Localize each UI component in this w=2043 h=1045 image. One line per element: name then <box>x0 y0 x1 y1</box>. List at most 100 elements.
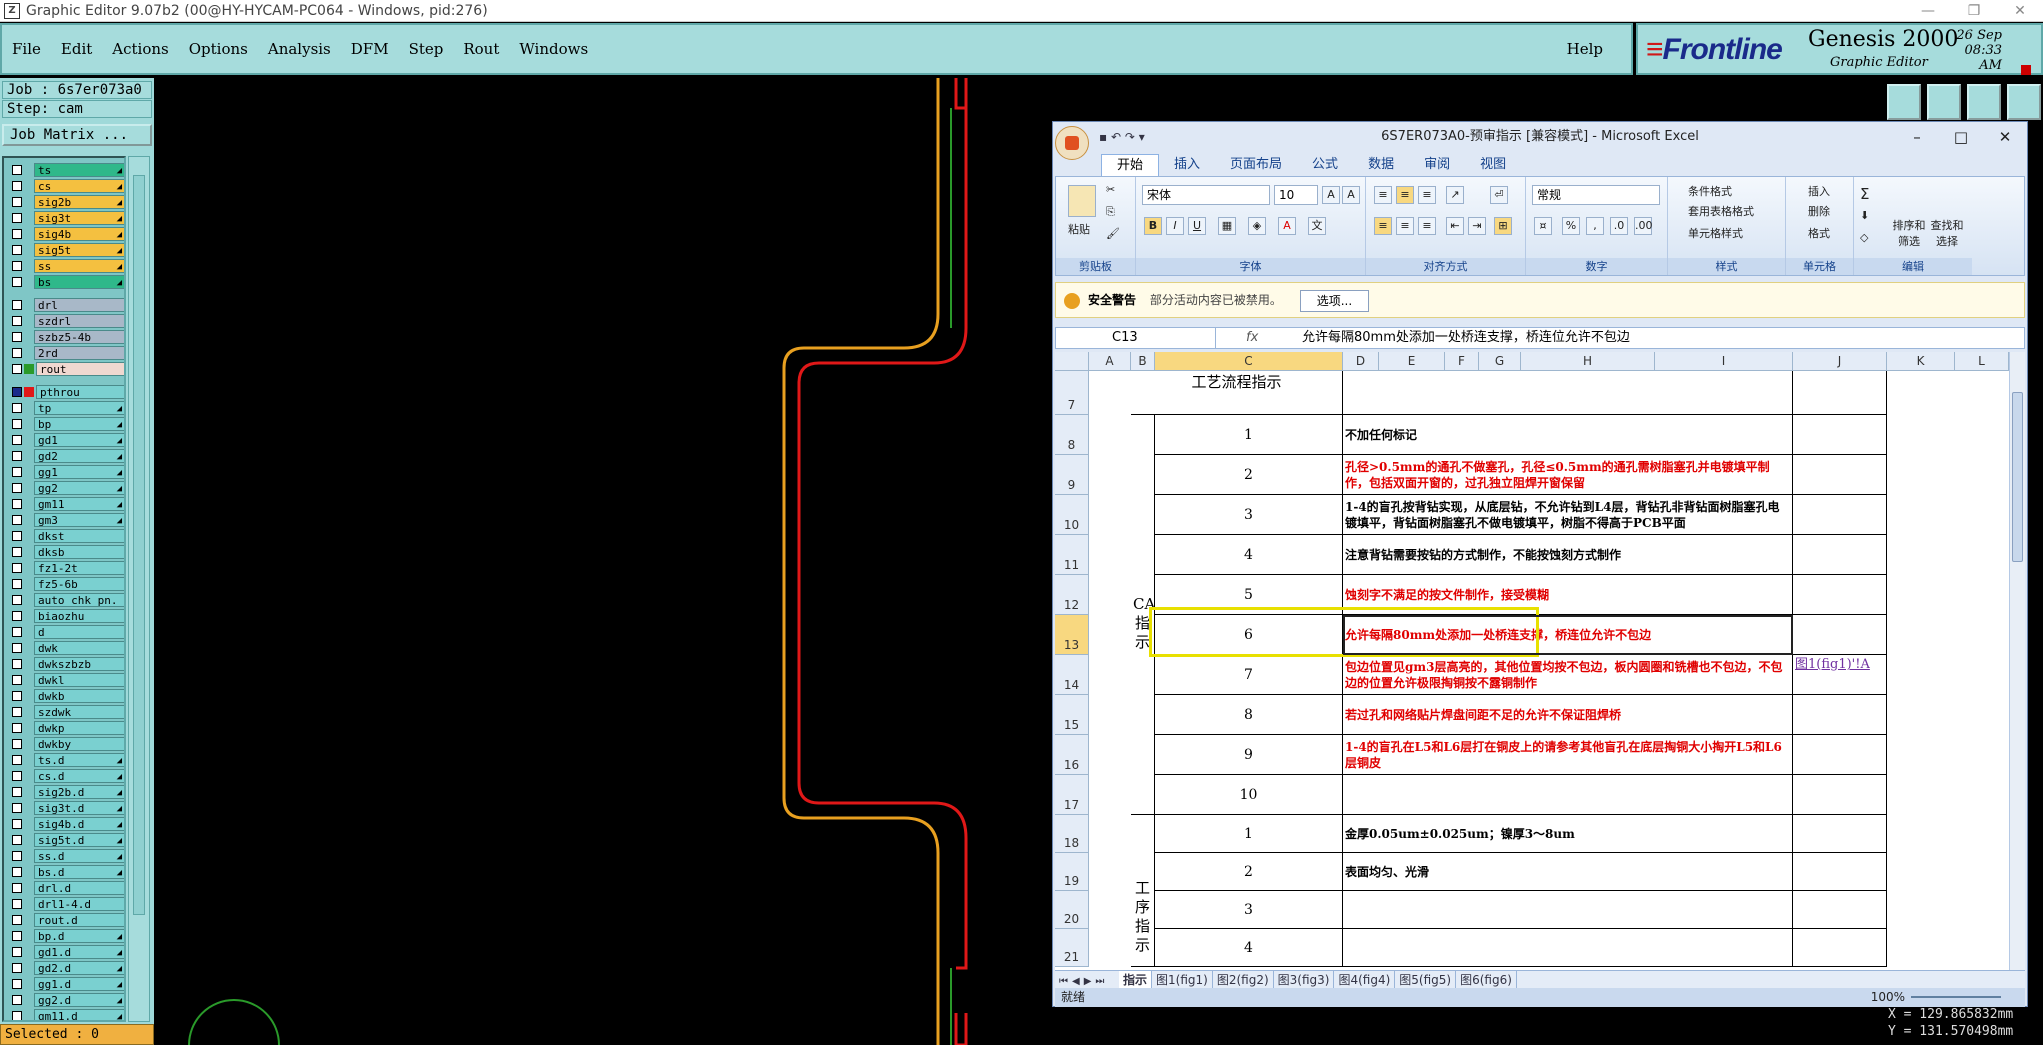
row-number-cell[interactable]: 9 <box>1155 735 1343 775</box>
layer-name[interactable]: gd2.d ◢ <box>34 960 124 975</box>
format-cells[interactable]: 格式 <box>1808 225 1830 241</box>
layer-checkbox[interactable] <box>12 658 22 669</box>
row-header[interactable]: 17 <box>1055 775 1089 815</box>
find-select-button[interactable]: 查找和选择 <box>1930 217 1964 249</box>
borders-icon[interactable]: ▦ <box>1218 217 1236 235</box>
instruction-cell[interactable]: 金厚0.05um±0.025um；镍厚3～8um <box>1343 815 1793 853</box>
layer-name[interactable]: gg1.d ◢ <box>34 976 124 991</box>
layer-name[interactable]: cs ◢ <box>34 178 124 193</box>
sheet-tab[interactable]: 图2(fig2) <box>1213 971 1274 988</box>
comma-icon[interactable]: , <box>1586 217 1604 235</box>
layer-row[interactable]: dwkb <box>6 688 124 703</box>
grow-font-icon[interactable]: A <box>1322 186 1340 204</box>
layer-row[interactable]: sig3t ◢ <box>6 210 124 225</box>
row-number-cell[interactable]: 4 <box>1155 929 1343 967</box>
layer-row[interactable]: gg1.d ◢ <box>6 976 124 991</box>
instruction-cell[interactable]: 1-4的盲孔按背钻实现，从底层钻，不允许钻到L4层，背钻孔非背钻面树脂塞孔电镀填… <box>1343 495 1793 535</box>
layer-row[interactable]: pthrou <box>6 384 124 399</box>
layer-checkbox[interactable] <box>12 228 22 239</box>
layer-row[interactable]: tp ◢ <box>6 400 124 415</box>
layer-checkbox[interactable] <box>12 674 22 685</box>
instruction-cell[interactable] <box>1343 929 1793 967</box>
layer-row[interactable]: sig2b ◢ <box>6 194 124 209</box>
row-number-cell[interactable]: 1 <box>1155 815 1343 853</box>
sheet-tab[interactable]: 图3(fig3) <box>1274 971 1335 988</box>
tab-formulas[interactable]: 公式 <box>1297 154 1353 176</box>
layer-name[interactable]: sig5t.d ◢ <box>34 832 124 847</box>
paste-label[interactable]: 粘贴 <box>1068 221 1090 237</box>
menu-help[interactable]: Help <box>1557 40 1613 58</box>
layer-name[interactable]: bs.d ◢ <box>34 864 124 879</box>
row-number-cell[interactable]: 3 <box>1155 891 1343 929</box>
layer-name[interactable]: gd2 ◢ <box>34 448 124 463</box>
layer-row[interactable]: gg1 ◢ <box>6 464 124 479</box>
row-header[interactable]: 15 <box>1055 695 1089 735</box>
instruction-cell[interactable] <box>1343 775 1793 815</box>
layer-name[interactable]: dksb <box>34 544 124 559</box>
minimize-icon[interactable]: — <box>1905 0 1951 22</box>
layer-name[interactable]: drl <box>34 297 124 312</box>
excel-maximize-icon[interactable]: □ <box>1939 122 1983 152</box>
layer-checkbox[interactable] <box>12 978 22 989</box>
layer-row[interactable]: rout <box>6 361 124 376</box>
cell[interactable] <box>1793 815 1887 853</box>
tab-insert[interactable]: 插入 <box>1159 154 1215 176</box>
column-header-g[interactable]: G <box>1479 352 1521 371</box>
orientation-icon[interactable]: ↗ <box>1446 186 1464 204</box>
layer-row[interactable]: dwk <box>6 640 124 655</box>
row-number-cell[interactable]: 2 <box>1155 455 1343 495</box>
zoom-slider[interactable] <box>1911 996 2001 998</box>
column-header-e[interactable]: E <box>1379 352 1445 371</box>
decrease-indent-icon[interactable]: ⇤ <box>1446 217 1464 235</box>
layer-name[interactable]: gm11 ◢ <box>34 496 124 511</box>
layer-name[interactable]: dwkp <box>34 720 124 735</box>
excel-close-icon[interactable]: ✕ <box>1983 122 2027 152</box>
layer-name[interactable]: gm11.d ◢ <box>34 1008 124 1020</box>
row-number-cell[interactable]: 3 <box>1155 495 1343 535</box>
layer-name[interactable]: ss ◢ <box>34 258 124 273</box>
layer-name[interactable]: gm3 ◢ <box>34 512 124 527</box>
layer-row[interactable]: sig2b.d ◢ <box>6 784 124 799</box>
layer-checkbox[interactable] <box>12 164 22 175</box>
layer-checkbox[interactable] <box>12 347 22 358</box>
row-header[interactable]: 18 <box>1055 815 1089 853</box>
bold-icon[interactable]: B <box>1144 217 1162 235</box>
layer-checkbox[interactable] <box>12 402 22 413</box>
cut-icon[interactable]: ✂ <box>1106 183 1115 196</box>
layer-row[interactable]: fz1-2t <box>6 560 124 575</box>
layer-checkbox[interactable] <box>12 786 22 797</box>
row-header[interactable]: 10 <box>1055 495 1089 535</box>
cell[interactable] <box>1793 575 1887 615</box>
layer-checkbox[interactable] <box>12 260 22 271</box>
menu-options[interactable]: Options <box>179 40 258 58</box>
percent-icon[interactable]: % <box>1562 217 1580 235</box>
fx-icon[interactable]: fx <box>1246 328 1258 348</box>
menu-rout[interactable]: Rout <box>453 40 509 58</box>
layer-list-scrollbar[interactable] <box>128 156 150 1022</box>
layer-row[interactable]: gg2 ◢ <box>6 480 124 495</box>
align-right-icon[interactable]: ≡ <box>1418 217 1436 235</box>
undo-icon[interactable]: ↶ <box>1111 130 1121 144</box>
row-header[interactable]: 11 <box>1055 535 1089 575</box>
layer-name[interactable]: szdrl <box>34 313 124 328</box>
tab-data[interactable]: 数据 <box>1353 154 1409 176</box>
layer-row[interactable]: drl1-4.d <box>6 896 124 911</box>
row-number-cell[interactable]: 10 <box>1155 775 1343 815</box>
layer-name[interactable]: gg1 ◢ <box>34 464 124 479</box>
worksheet-grid[interactable]: A B C D E F G H I J K L 7 8 9 10 11 12 13 14 15 16 17 18 19 20 21 工… <box>1055 352 2009 970</box>
italic-icon[interactable]: I <box>1166 217 1184 235</box>
layer-name[interactable]: szdwk <box>34 704 124 719</box>
layer-name[interactable]: rout <box>36 361 124 376</box>
column-header-c[interactable]: C <box>1155 352 1343 371</box>
layer-checkbox[interactable] <box>12 802 22 813</box>
restore-icon[interactable]: ❐ <box>1951 0 1997 22</box>
layer-row[interactable]: cs.d ◢ <box>6 768 124 783</box>
layer-name[interactable]: sig3t ◢ <box>34 210 124 225</box>
column-header-l[interactable]: L <box>1955 352 2009 371</box>
layer-checkbox[interactable] <box>12 818 22 829</box>
scrollbar-thumb[interactable] <box>2012 392 2023 562</box>
row-header[interactable]: 7 <box>1055 371 1089 415</box>
layer-row[interactable]: gm11.d ◢ <box>6 1008 124 1020</box>
name-box[interactable]: C13 <box>1056 328 1216 348</box>
layer-name[interactable]: sig2b ◢ <box>34 194 124 209</box>
